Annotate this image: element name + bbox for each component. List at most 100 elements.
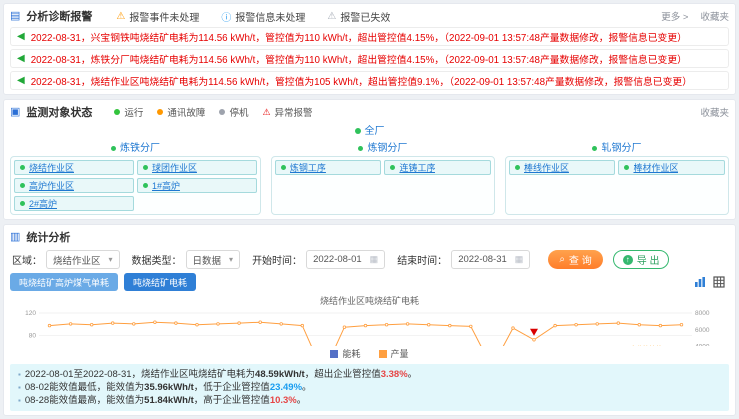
svg-text:120: 120 xyxy=(25,310,36,317)
status-node-dot xyxy=(143,165,148,170)
alarm-row[interactable]: ◀2022-08-31，兴宝钢铁吨烧结矿电耗为114.56 kWh/t，管控值为… xyxy=(10,27,729,46)
alarm-panel-title: 分析诊断报警 xyxy=(26,8,92,24)
status-node-chip[interactable]: 棒线作业区 xyxy=(509,160,616,175)
alarm-text: 2022-08-31，烧结作业区吨烧结矿电耗为114.56 kWh/t，管控值为… xyxy=(31,74,692,88)
start-date-value: 2022-08-01 xyxy=(313,254,362,265)
status-panel-header: ▣ 监测对象状态 运行通讯故障停机⚠异常报警 收藏夹 xyxy=(10,104,729,120)
summary-segment: 35.96kWh/t xyxy=(144,382,194,393)
status-node-chip[interactable]: 球团作业区 xyxy=(137,160,257,175)
svg-text:4000: 4000 xyxy=(695,344,710,347)
status-node-chip[interactable]: 炼钢工序 xyxy=(275,160,382,175)
query-button[interactable]: ⌕查 询 xyxy=(548,250,602,269)
summary-segment: 10.3% xyxy=(270,395,297,406)
chart-legend-item[interactable]: 产量 xyxy=(379,347,409,360)
chart-view-icon[interactable] xyxy=(694,276,706,288)
end-date-value: 2022-08-31 xyxy=(458,254,507,265)
metric-tab-0[interactable]: 吨烧结矿高炉煤气单耗 xyxy=(10,273,118,291)
status-node-label: 球团作业区 xyxy=(152,161,197,174)
alarm-tab-0[interactable]: ⚠报警事件未处理 xyxy=(116,9,199,24)
alarm-text: 2022-08-31，炼铁分厂吨烧结矿电耗为114.56 kWh/t，管控值为1… xyxy=(31,52,687,66)
summary-segment: 。 xyxy=(302,382,312,393)
metric-chips-container: 吨烧结矿高炉煤气单耗吨烧结矿电耗 xyxy=(10,273,196,291)
bullet-icon: ▪ xyxy=(18,383,21,392)
legend-label: 运行 xyxy=(124,105,143,119)
status-group-0: 炼铁分厂烧结作业区球团作业区高炉作业区1#高炉2#高炉 xyxy=(10,138,261,215)
status-node-chip[interactable]: 棒材作业区 xyxy=(618,160,725,175)
summary-segment: 48.59kWh/t xyxy=(255,369,305,380)
end-date-input[interactable]: 2022-08-31 ▦ xyxy=(451,250,530,269)
summary-segment: 08-02能效值最低，能效值为 xyxy=(25,382,144,393)
status-node-chip[interactable]: 2#高炉 xyxy=(14,196,134,211)
status-node-label: 2#高炉 xyxy=(29,197,57,210)
group-dot xyxy=(592,146,597,151)
summary-segment: 3.38% xyxy=(381,369,408,380)
group-dot xyxy=(111,146,116,151)
alarm-row[interactable]: ◀2022-08-31，烧结作业区吨烧结矿电耗为114.56 kWh/t，管控值… xyxy=(10,71,729,90)
stats-panel-icon: ▥ xyxy=(10,232,20,243)
chart-title: 烧结作业区吨烧结矿电耗 xyxy=(10,294,729,307)
metric-tab-1[interactable]: 吨烧结矿电耗 xyxy=(124,273,196,291)
svg-text:8000: 8000 xyxy=(695,310,710,317)
status-root-label: 全厂 xyxy=(365,126,385,137)
region-value: 烧结作业区 xyxy=(53,253,101,267)
status-panel: ▣ 监测对象状态 运行通讯故障停机⚠异常报警 收藏夹 全厂 炼铁分厂烧结作业区球… xyxy=(3,99,736,220)
alarm-panel-header: ▤ 分析诊断报警 ⚠报警事件未处理 ⓘ报警信息未处理 ⚠报警已失效 更多 > 收藏夹 xyxy=(10,8,729,24)
stat-chart-svg: 040801202000400060008000企业管控值:47kWh/t08-… xyxy=(13,307,726,346)
more-link[interactable]: 更多 > xyxy=(661,9,688,23)
export-button[interactable]: ↑导 出 xyxy=(613,250,670,269)
legend-dot xyxy=(114,109,120,115)
legend-label: 通讯故障 xyxy=(167,105,205,119)
query-button-label: 查 询 xyxy=(569,252,592,267)
table-view-icon[interactable] xyxy=(713,276,725,288)
end-date-label: 结束时间： xyxy=(397,252,447,267)
region-select[interactable]: 烧结作业区 ▾ xyxy=(46,250,120,269)
region-label: 区域： xyxy=(12,252,42,267)
legend-item: 运行 xyxy=(114,105,143,119)
status-group-box: 烧结作业区 球团作业区高炉作业区 1#高炉 2#高炉 xyxy=(10,156,261,215)
stats-panel-header: ▥ 统计分析 xyxy=(10,229,729,245)
alarm-list: ◀ 2022-08-31，兴宝钢铁吨烧结矿电耗为114.56 kWh/t，管控值为… xyxy=(10,27,729,90)
status-node-label: 高炉作业区 xyxy=(29,179,74,192)
favorites-link[interactable]: 收藏夹 xyxy=(700,9,729,23)
summary-segment: 。 xyxy=(408,369,418,380)
alarm-row[interactable]: ◀ 2022-08-31，炼铁分厂吨烧结矿电耗为114.56 kWh/t，管控值为… xyxy=(10,49,729,68)
datatype-select[interactable]: 日数据 ▾ xyxy=(186,250,241,269)
summary-segment: ，低于企业管控值 xyxy=(194,382,270,393)
start-date-input[interactable]: 2022-08-01 ▦ xyxy=(306,250,385,269)
chart-legend-item[interactable]: 能耗 xyxy=(330,347,360,360)
chart-legend: 能耗 产量 xyxy=(10,347,729,360)
legend-dot xyxy=(219,109,225,115)
legend-label: 停机 xyxy=(229,105,248,119)
status-node-chip[interactable]: 连铸工序 xyxy=(384,160,491,175)
status-node-chip[interactable]: 高炉作业区 xyxy=(14,178,134,193)
alarm-text: 2022-08-31，兴宝钢铁吨烧结矿电耗为114.56 kWh/t，管控值为1… xyxy=(31,30,687,44)
summary-segment: 08-28能效值最高，能效值为 xyxy=(25,395,144,406)
status-node-dot xyxy=(515,165,520,170)
group-dot xyxy=(358,146,363,151)
summary-segment: 2022-08-01至2022-08-31，烧结作业区吨烧结矿电耗为 xyxy=(25,369,255,380)
alarm-flag-icon: ◀ xyxy=(17,54,25,64)
summary-segment: ，高于企业管控值 xyxy=(194,395,270,406)
summary-line: ▪2022-08-01至2022-08-31，烧结作业区吨烧结矿电耗为48.59… xyxy=(18,368,721,381)
status-node-chip[interactable]: 1#高炉 xyxy=(137,178,257,193)
status-favorites-link[interactable]: 收藏夹 xyxy=(700,105,729,119)
status-node-chip[interactable]: 烧结作业区 xyxy=(14,160,134,175)
alarm-panel-icon: ▤ xyxy=(10,11,20,22)
status-dot xyxy=(355,128,361,134)
legend-item: 停机 xyxy=(219,105,248,119)
status-node-label: 棒材作业区 xyxy=(633,161,678,174)
status-node-dot xyxy=(390,165,395,170)
status-root-node[interactable]: 全厂 xyxy=(10,122,729,137)
status-node-dot xyxy=(143,183,148,188)
status-node-dot xyxy=(20,183,25,188)
calendar-icon: ▦ xyxy=(370,254,379,265)
alarm-tab-1[interactable]: ⓘ报警信息未处理 xyxy=(221,9,305,24)
svg-text:6000: 6000 xyxy=(695,327,710,334)
export-button-label: 导 出 xyxy=(637,252,660,267)
alarm-tab-2[interactable]: ⚠报警已失效 xyxy=(327,9,390,24)
alarm-tab-icon: ⚠ xyxy=(327,11,336,22)
status-panel-icon: ▣ xyxy=(10,107,20,118)
warning-icon: ⚠ xyxy=(262,107,270,118)
alarm-tabs: ⚠报警事件未处理 ⓘ报警信息未处理 ⚠报警已失效 xyxy=(116,9,390,24)
summary-line: ▪08-02能效值最低，能效值为35.96kWh/t，低于企业管控值23.49%… xyxy=(18,381,721,394)
